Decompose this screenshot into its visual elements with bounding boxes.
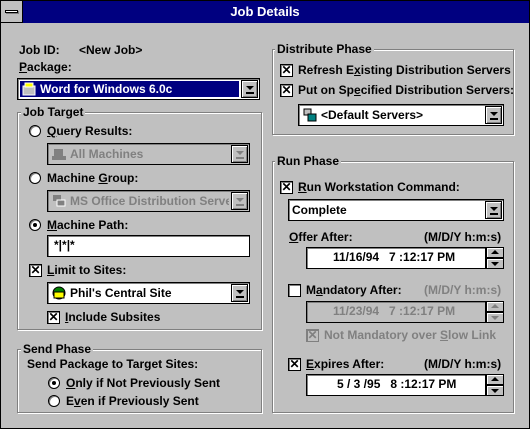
expires-after-format: (M/D/Y h:m:s) <box>424 357 502 371</box>
offer-after-spinner[interactable] <box>486 247 504 269</box>
query-results-value: All Machines <box>70 147 144 161</box>
run-command-dropdown-button[interactable] <box>485 201 502 219</box>
package-dropdown-button[interactable] <box>241 80 258 98</box>
offer-after-format: (M/D/Y h:m:s) <box>424 230 502 244</box>
machine-path-input[interactable]: *|*|* <box>47 235 250 257</box>
run-command-combo[interactable]: Complete <box>288 199 504 221</box>
offer-after-label: Offer After: <box>289 230 353 244</box>
job-details-window: Job Details Job ID: <New Job> Package: W… <box>0 0 530 429</box>
send-phase-prompt: Send Package to Target Sites: <box>27 357 199 371</box>
job-target-group-label: Job Target <box>21 105 86 119</box>
include-subsites-checkbox[interactable]: ✕ <box>47 311 60 324</box>
only-if-not-sent-radio[interactable] <box>48 377 60 389</box>
package-value: Word for Windows 6.0c <box>40 82 173 96</box>
sites-dropdown-button[interactable] <box>231 284 248 302</box>
distribute-phase-group-label: Distribute Phase <box>275 42 374 56</box>
checkmark-icon: ✕ <box>30 263 41 277</box>
machine-group-value: MS Office Distribution Serve <box>70 194 229 208</box>
servers-value: <Default Servers> <box>321 108 424 122</box>
servers-combo[interactable]: <Default Servers> <box>298 104 504 126</box>
query-results-combo[interactable]: All Machines <box>47 143 250 165</box>
job-id-label: Job ID: <box>19 43 60 57</box>
refresh-servers-label: Refresh Existing Distribution Servers <box>298 63 511 77</box>
even-if-sent-radio[interactable] <box>48 395 60 407</box>
spin-up-icon[interactable] <box>486 247 504 258</box>
run-command-label: Run Workstation Command: <box>298 180 460 194</box>
limit-to-sites-label: Limit to Sites: <box>47 263 127 277</box>
send-phase-group-label: Send Phase <box>21 342 94 356</box>
machine-group-combo[interactable]: MS Office Distribution Serve <box>47 190 250 212</box>
sites-combo[interactable]: Phil's Central Site <box>47 282 250 304</box>
machine-group-label: Machine Group: <box>47 171 139 185</box>
run-command-checkbox[interactable]: ✕ <box>280 181 293 194</box>
run-phase-group-label: Run Phase <box>275 154 342 168</box>
spin-down-icon[interactable] <box>486 258 504 269</box>
dropdown-arrow-icon <box>246 86 254 90</box>
slow-link-checkbox[interactable]: ✕ <box>306 329 319 342</box>
query-icon <box>52 149 66 160</box>
package-icon <box>22 82 36 96</box>
mandatory-after-checkbox[interactable] <box>288 284 301 297</box>
servers-icon <box>303 108 317 122</box>
offer-after-input[interactable]: 11/16/94 7 :12:17 PM <box>306 247 486 269</box>
machine-path-label: Machine Path: <box>47 218 129 232</box>
site-icon <box>52 286 66 300</box>
mandatory-after-input[interactable]: 11/23/94 7 :12:17 PM <box>306 301 486 323</box>
package-label: Package: <box>19 60 72 74</box>
window-title: Job Details <box>230 4 300 19</box>
put-on-servers-checkbox[interactable]: ✕ <box>280 84 293 97</box>
query-results-label: Query Results: <box>47 124 133 138</box>
expires-after-spinner[interactable] <box>486 374 504 396</box>
include-subsites-label: Include Subsites <box>65 310 161 324</box>
machine-group-dropdown-button[interactable] <box>231 192 248 210</box>
mandatory-after-label: Mandatory After: <box>306 283 402 297</box>
run-command-value: Complete <box>292 203 347 217</box>
machine-path-radio[interactable] <box>29 219 41 231</box>
query-results-dropdown-button[interactable] <box>231 145 248 163</box>
machine-group-radio[interactable] <box>29 172 41 184</box>
title-bar[interactable]: Job Details <box>1 1 529 23</box>
expires-after-label: Expires After: <box>306 357 385 371</box>
slow-link-label: Not Mandatory over Slow Link <box>324 328 497 342</box>
put-on-servers-label: Put on Specified Distribution Servers: <box>298 83 515 97</box>
expires-after-checkbox[interactable]: ✕ <box>288 358 301 371</box>
mandatory-after-spinner[interactable] <box>486 301 504 323</box>
sites-value: Phil's Central Site <box>70 286 172 300</box>
refresh-servers-checkbox[interactable]: ✕ <box>280 64 293 77</box>
only-if-not-sent-label: Only if Not Previously Sent <box>66 376 221 390</box>
job-id-value: <New Job> <box>79 43 143 57</box>
system-menu-icon[interactable] <box>1 1 23 23</box>
limit-to-sites-checkbox[interactable]: ✕ <box>29 264 42 277</box>
expires-after-input[interactable]: 5 / 3 /95 8 :12:17 PM <box>306 374 486 396</box>
servers-dropdown-button[interactable] <box>485 106 502 124</box>
mandatory-after-format: (M/D/Y h:m:s) <box>424 283 502 297</box>
even-if-sent-label: Even if Previously Sent <box>66 394 199 408</box>
machine-group-icon <box>53 195 66 207</box>
query-results-radio[interactable] <box>29 125 41 137</box>
package-combo[interactable]: Word for Windows 6.0c <box>17 78 260 100</box>
